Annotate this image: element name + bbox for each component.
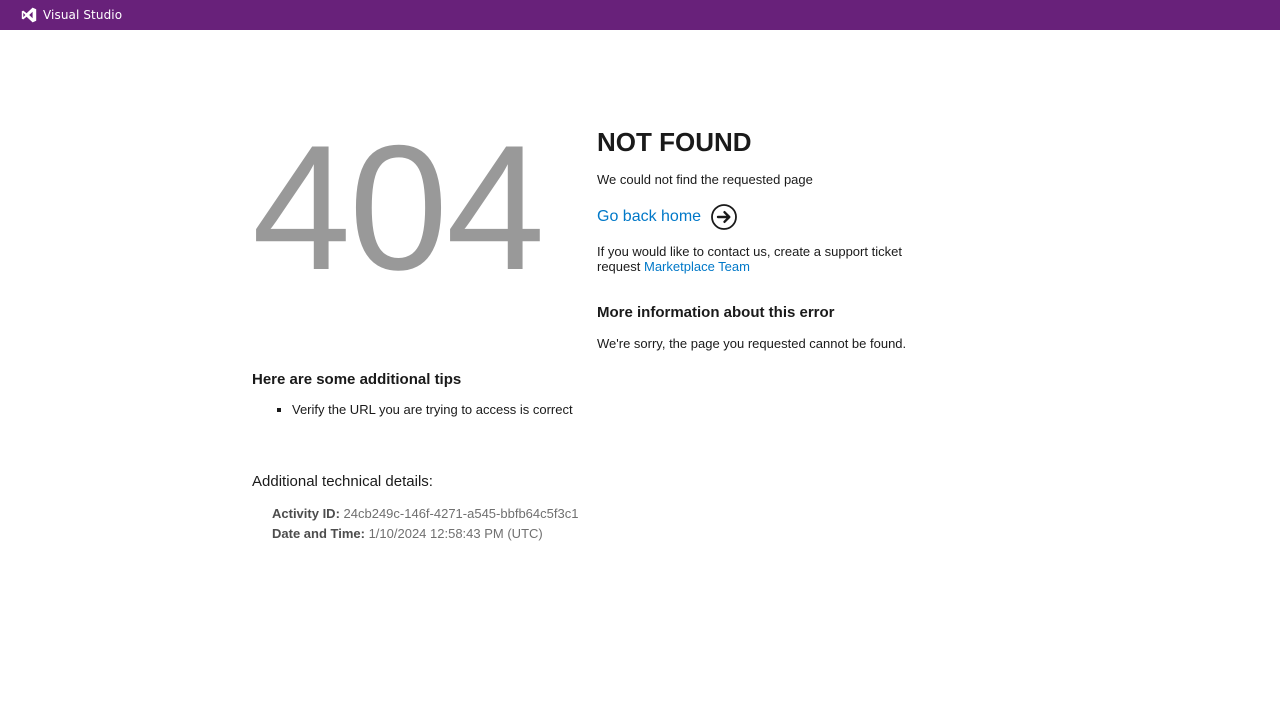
more-info-text: We're sorry, the page you requested cann…	[597, 336, 907, 351]
top-header-bar: Visual Studio	[0, 0, 1280, 30]
brand-name: Visual Studio	[43, 8, 123, 22]
error-title: NOT FOUND	[597, 127, 752, 157]
brand-link[interactable]: Visual Studio	[21, 6, 122, 24]
contact-text: If you would like to contact us, create …	[597, 244, 917, 274]
datetime-value: 1/10/2024 12:58:43 PM (UTC)	[368, 526, 543, 541]
technical-details-section: Additional technical details: Activity I…	[252, 473, 852, 544]
tips-section: Here are some additional tips Verify the…	[252, 371, 852, 418]
datetime-row: Date and Time: 1/10/2024 12:58:43 PM (UT…	[272, 524, 852, 544]
error-code: 404	[252, 108, 545, 307]
go-back-home-label: Go back home	[597, 208, 702, 225]
go-back-home-link[interactable]: Go back home	[597, 203, 738, 231]
error-subtitle: We could not find the requested page	[597, 172, 813, 187]
arrow-right-circle-icon	[710, 203, 738, 231]
datetime-label: Date and Time:	[272, 526, 365, 541]
activity-id-label: Activity ID:	[272, 506, 340, 521]
activity-id-row: Activity ID: 24cb249c-146f-4271-a545-bbf…	[272, 504, 852, 524]
technical-details-heading: Additional technical details:	[252, 473, 433, 490]
error-details: NOT FOUND We could not find the requeste…	[597, 126, 927, 352]
technical-details-rows: Activity ID: 24cb249c-146f-4271-a545-bbf…	[252, 504, 852, 544]
more-info-heading: More information about this error	[597, 304, 835, 321]
visual-studio-logo-icon	[21, 7, 37, 23]
marketplace-team-link[interactable]: Marketplace Team	[644, 259, 750, 274]
activity-id-value: 24cb249c-146f-4271-a545-bbfb64c5f3c1	[343, 506, 579, 521]
list-item: Verify the URL you are trying to access …	[292, 402, 852, 418]
tips-list: Verify the URL you are trying to access …	[252, 402, 852, 418]
tips-heading: Here are some additional tips	[252, 371, 462, 388]
